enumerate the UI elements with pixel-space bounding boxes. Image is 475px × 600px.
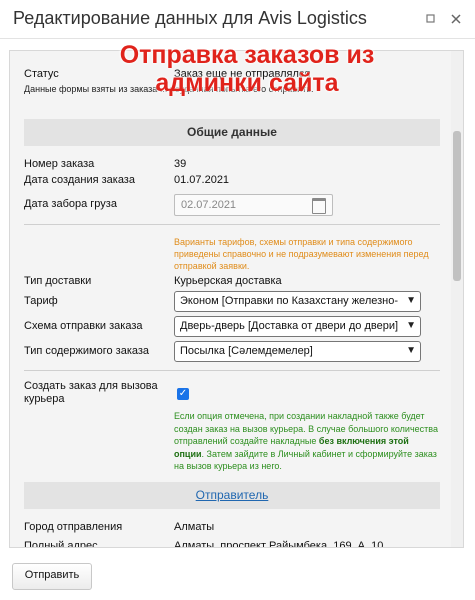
sender-link[interactable]: Отправитель	[196, 488, 269, 502]
courier-note-part2: . Затем зайдите в Личный кабинет и сформ…	[174, 448, 437, 472]
tariff-notice: Варианты тарифов, схемы отправки и типа …	[174, 237, 429, 271]
divider	[24, 224, 440, 225]
city-value: Алматы	[174, 521, 215, 533]
address-label: Полный адрес	[24, 540, 98, 548]
scheme-select[interactable]: Дверь-дверь [Доставка от двери до двери]…	[174, 316, 421, 337]
pickup-date-input[interactable]: 02.07.2021	[174, 194, 333, 216]
general-section-header: Общие данные	[24, 119, 440, 146]
form-panel: Статус Заказ еще не отправлялся Данные ф…	[9, 50, 452, 548]
order-number-label: Номер заказа	[24, 158, 95, 170]
created-date-label: Дата создания заказа	[24, 174, 135, 186]
overlay-caption: Отправка заказов из админки сайта	[119, 41, 375, 97]
courier-checkbox[interactable]: ✓	[177, 388, 189, 400]
order-number-value: 39	[174, 158, 187, 170]
window-title: Редактирование данных для Avis Logistics	[13, 8, 367, 28]
scrollbar[interactable]	[451, 50, 464, 548]
chevron-down-icon: ▼	[406, 345, 416, 356]
sender-section-header: Отправитель	[24, 482, 440, 509]
scheme-select-value: Дверь-дверь [Доставка от двери до двери]	[180, 320, 398, 332]
title-bar: Редактирование данных для Avis Logistics	[0, 0, 475, 39]
status-label: Статус	[24, 68, 59, 80]
created-date-value: 01.07.2021	[174, 174, 230, 186]
divider	[24, 370, 440, 371]
city-label: Город отправления	[24, 521, 123, 533]
pickup-date-label: Дата забора груза	[24, 198, 117, 210]
close-icon[interactable]	[449, 12, 462, 25]
chevron-down-icon: ▼	[406, 320, 416, 331]
scrollbar-thumb[interactable]	[453, 131, 461, 281]
calendar-icon[interactable]	[312, 198, 326, 214]
tariff-label: Тариф	[24, 295, 58, 307]
submit-button[interactable]: Отправить	[12, 563, 92, 590]
address-value: Алматы, проспект Райымбека, 169, А, 10	[174, 540, 384, 548]
delivery-type-label: Тип доставки	[24, 275, 92, 287]
chevron-down-icon: ▼	[406, 295, 416, 306]
content-type-label: Тип содержимого заказа	[24, 345, 150, 357]
pickup-date-value: 02.07.2021	[181, 199, 237, 211]
courier-label: Создать заказ для вызова курьера	[24, 380, 158, 405]
scheme-label: Схема отправки заказа	[24, 320, 143, 332]
delivery-type-value: Курьерская доставка	[174, 275, 282, 287]
tariff-select[interactable]: Эконом [Отправки по Казахстану железно-д…	[174, 291, 421, 312]
content-type-select[interactable]: Посылка [Сәлемдемелер] ▼	[174, 341, 421, 362]
courier-note: Если опция отмечена, при создании наклад…	[174, 410, 439, 473]
content-type-select-value: Посылка [Сәлемдемелер]	[180, 345, 313, 357]
minimize-icon[interactable]	[424, 12, 437, 25]
tariff-select-value: Эконом [Отправки по Казахстану железно-д…	[180, 295, 398, 307]
